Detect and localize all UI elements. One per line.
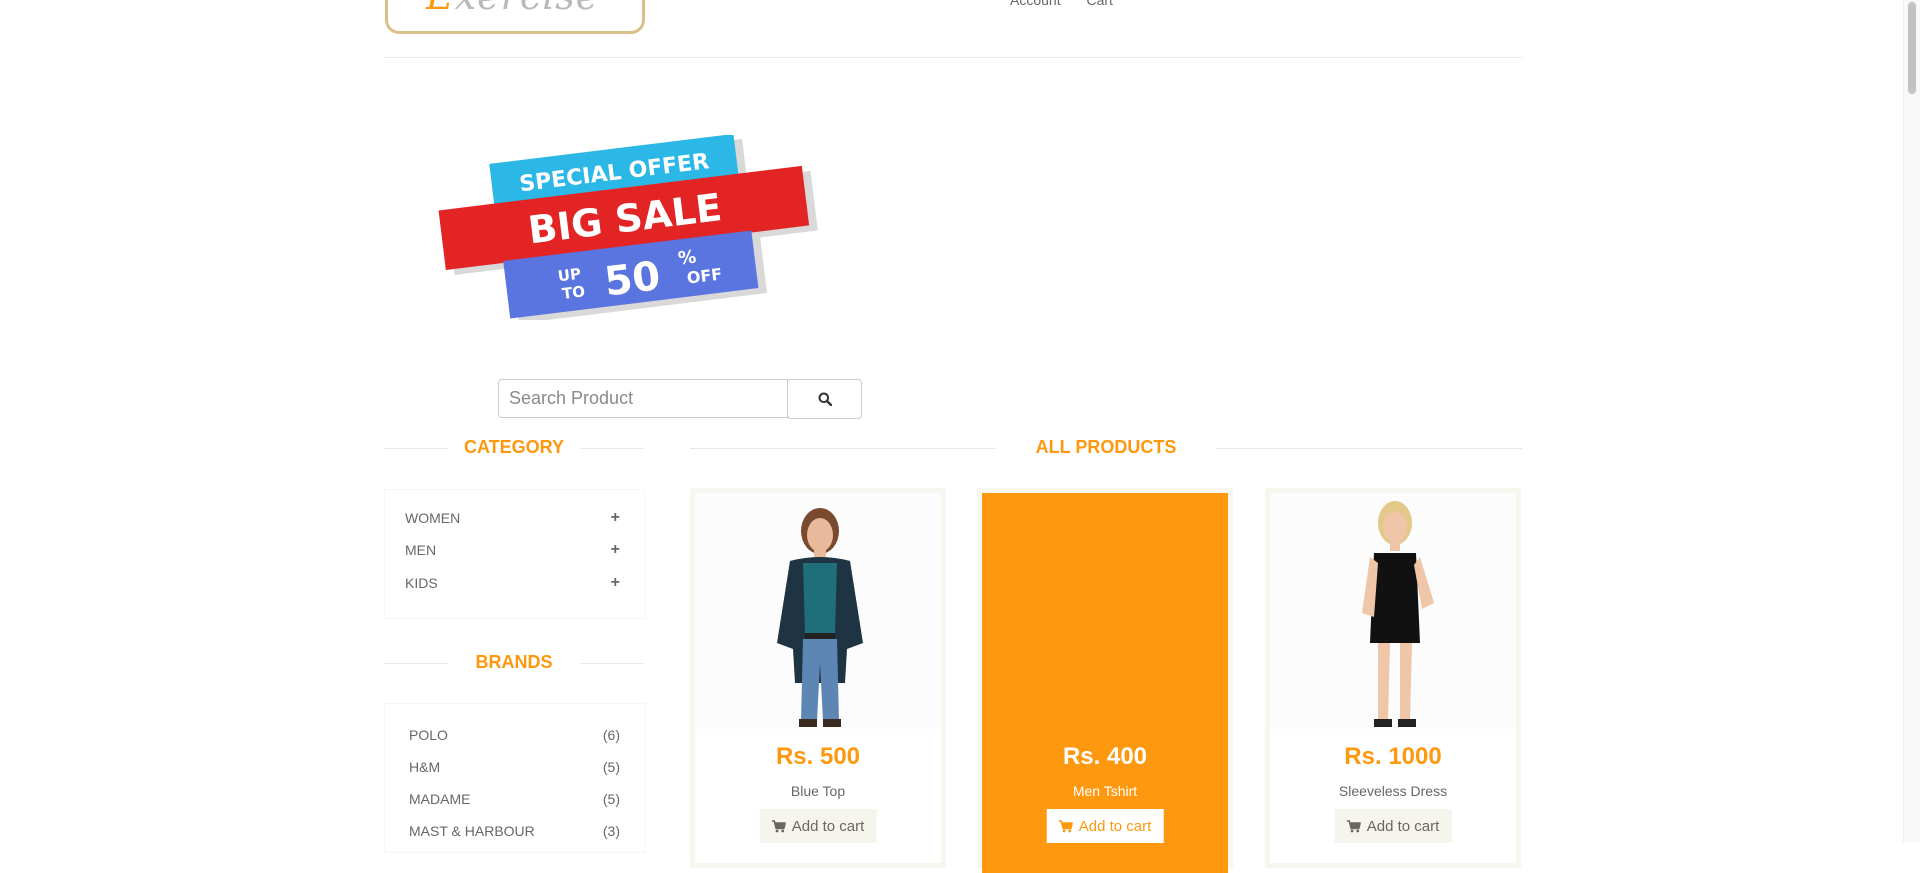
shopping-cart-icon (1346, 819, 1361, 832)
add-to-cart-button[interactable]: Add to cart (759, 809, 877, 843)
product-name: Blue Top (790, 783, 846, 799)
category-item-women[interactable]: WOMEN + (405, 508, 620, 528)
site-logo[interactable]: Exercise (385, 0, 645, 34)
header-nav-cart[interactable]: Cart (1086, 0, 1112, 8)
banner-percent-sign: % (677, 246, 697, 269)
category-label: WOMEN (405, 510, 461, 526)
search-input[interactable] (498, 379, 788, 418)
banner-to: TO (561, 282, 586, 303)
add-to-cart-button[interactable]: Add to cart (1334, 809, 1452, 843)
page-scrollbar[interactable] (1903, 0, 1920, 842)
product-image[interactable] (1270, 493, 1516, 729)
brand-item-polo[interactable]: POLO (6) (409, 725, 620, 745)
add-to-cart-button[interactable]: Add to cart (1046, 809, 1164, 843)
brands-title: BRANDS (475, 652, 553, 672)
header-nav-account[interactable]: Account (1010, 0, 1061, 8)
products-title-line-right (1216, 448, 1522, 449)
add-to-cart-label: Add to cart (1078, 817, 1152, 835)
product-card[interactable]: Rs. 400 Men Tshirt Add to cart (977, 488, 1233, 873)
sale-banner: SPECIAL OFFER BIG SALE UP TO 50 % OFF (438, 135, 818, 320)
category-label: MEN (405, 542, 437, 558)
brands-title-line-right (580, 663, 644, 664)
category-panel: WOMEN + MEN + KIDS + (384, 489, 645, 619)
category-item-kids[interactable]: KIDS + (405, 573, 620, 593)
search-icon (818, 392, 832, 406)
product-name: Sleeveless Dress (1338, 783, 1448, 799)
add-to-cart-label: Add to cart (1366, 817, 1440, 835)
product-image[interactable] (695, 493, 941, 729)
category-title-line-right (580, 448, 644, 449)
logo-first-letter: E (426, 0, 455, 18)
brand-label: MADAME (409, 791, 471, 807)
banner-percent-value: 50 (602, 253, 663, 305)
product-name: Men Tshirt (1072, 783, 1138, 799)
brand-count: (6) (602, 727, 620, 743)
category-label: KIDS (405, 575, 438, 591)
brand-label: H&M (409, 759, 441, 775)
products-title: ALL PRODUCTS (1035, 437, 1177, 457)
woman-cardigan-figure (777, 508, 863, 727)
brands-title-line-left (384, 663, 448, 664)
brand-item-hm[interactable]: H&M (5) (409, 757, 620, 777)
shopping-cart-icon (771, 819, 786, 832)
header-nav: Account Cart (1010, 0, 1135, 8)
logo-rest: xercise (455, 0, 600, 18)
brand-label: MAST & HARBOUR (409, 823, 535, 839)
product-card[interactable]: Rs. 500 Blue Top Add to cart (690, 488, 946, 868)
product-price: Rs. 400 (1062, 743, 1148, 770)
category-item-men[interactable]: MEN + (405, 540, 620, 560)
plus-icon[interactable]: + (611, 574, 620, 592)
brand-count: (5) (602, 759, 620, 775)
logo-text: Exercise (426, 0, 599, 18)
page-scrollbar-thumb[interactable] (1908, 2, 1916, 94)
brand-count: (5) (602, 791, 620, 807)
product-price: Rs. 1000 (1344, 743, 1442, 770)
brand-item-madame[interactable]: MADAME (5) (409, 789, 620, 809)
plus-icon[interactable]: + (611, 509, 620, 527)
shopping-cart-icon (1058, 819, 1073, 832)
search-button[interactable] (787, 379, 862, 419)
add-to-cart-label: Add to cart (791, 817, 865, 835)
products-title-line-left (690, 448, 996, 449)
category-title: CATEGORY (463, 437, 564, 457)
woman-black-dress-figure (1362, 501, 1434, 727)
brands-panel: POLO (6) H&M (5) MADAME (5) MAST & HARBO… (384, 703, 645, 853)
header-divider (384, 57, 1523, 58)
product-price: Rs. 500 (775, 743, 861, 770)
brand-label: POLO (409, 727, 448, 743)
brand-item-mast-harbour[interactable]: MAST & HARBOUR (3) (409, 821, 620, 841)
product-card[interactable]: Rs. 1000 Sleeveless Dress Add to cart (1265, 488, 1521, 868)
category-title-line-left (384, 448, 448, 449)
brand-count: (3) (602, 823, 620, 839)
plus-icon[interactable]: + (611, 541, 620, 559)
